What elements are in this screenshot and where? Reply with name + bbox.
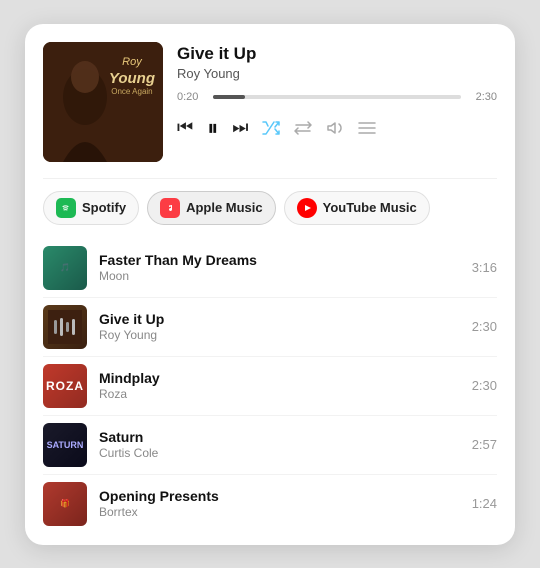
track-row-duration-5: 1:24 xyxy=(465,496,497,511)
progress-current: 0:20 xyxy=(177,91,205,103)
track-row[interactable]: ROZA Mindplay Roza 2:30 xyxy=(43,356,497,415)
track-row-duration-4: 2:57 xyxy=(465,437,497,452)
youtube-music-label: YouTube Music xyxy=(323,200,417,215)
spotify-icon xyxy=(56,198,76,218)
rewind-button[interactable]: ⏮ xyxy=(177,117,193,138)
track-row-artist-4: Curtis Cole xyxy=(99,446,453,460)
progress-total: 2:30 xyxy=(469,91,497,103)
track-row-artist-5: Borrtex xyxy=(99,505,453,519)
track-row-duration-1: 3:16 xyxy=(465,260,497,275)
album-line1: Roy xyxy=(122,56,142,68)
forward-button[interactable]: ⏭ xyxy=(232,117,248,138)
track-thumb-3: ROZA xyxy=(43,364,87,408)
track-row-info-5: Opening Presents Borrtex xyxy=(99,488,453,519)
track-thumb-2 xyxy=(43,305,87,349)
spotify-label: Spotify xyxy=(82,200,126,215)
progress-bar[interactable] xyxy=(213,95,461,99)
controls-row: ⏮ ⏸ ⏭ xyxy=(177,115,497,141)
queue-icon xyxy=(358,121,376,135)
shuffle-icon xyxy=(262,121,280,135)
volume-button[interactable] xyxy=(326,121,344,135)
main-card: Roy Young Once Again Give it Up Roy Youn… xyxy=(25,24,515,545)
track-thumb-4: SATURN xyxy=(43,423,87,467)
now-playing-section: Roy Young Once Again Give it Up Roy Youn… xyxy=(43,42,497,162)
repeat-icon xyxy=(294,121,312,135)
youtube-music-icon xyxy=(297,198,317,218)
tab-youtube-music[interactable]: YouTube Music xyxy=(284,191,430,225)
album-line2: Young xyxy=(109,70,155,87)
track-thumb-5: 🎁 xyxy=(43,482,87,526)
service-tabs: Spotify Apple Music YouTube Music xyxy=(43,191,497,225)
album-art: Roy Young Once Again xyxy=(43,42,163,162)
track-row[interactable]: SATURN Saturn Curtis Cole 2:57 xyxy=(43,415,497,474)
track-list: 🎵 Faster Than My Dreams Moon 3:16 xyxy=(43,239,497,533)
tab-spotify[interactable]: Spotify xyxy=(43,191,139,225)
track-row-title-4: Saturn xyxy=(99,429,453,445)
repeat-button[interactable] xyxy=(294,121,312,135)
apple-music-icon xyxy=(160,198,180,218)
track-row-duration-2: 2:30 xyxy=(465,319,497,334)
track-row-info-4: Saturn Curtis Cole xyxy=(99,429,453,460)
track-row[interactable]: 🎁 Opening Presents Borrtex 1:24 xyxy=(43,474,497,533)
apple-music-label: Apple Music xyxy=(186,200,263,215)
track-row-artist-2: Roy Young xyxy=(99,328,453,342)
tab-apple-music[interactable]: Apple Music xyxy=(147,191,276,225)
album-line3: Once Again xyxy=(109,87,155,96)
track-row-title-1: Faster Than My Dreams xyxy=(99,252,453,268)
track-row-info-3: Mindplay Roza xyxy=(99,370,453,401)
track-row[interactable]: 🎵 Faster Than My Dreams Moon 3:16 xyxy=(43,239,497,297)
track-row-artist-1: Moon xyxy=(99,269,453,283)
progress-row: 0:20 2:30 xyxy=(177,91,497,103)
track-row-title-3: Mindplay xyxy=(99,370,453,386)
track-thumb-1: 🎵 xyxy=(43,246,87,290)
track-row-artist-3: Roza xyxy=(99,387,453,401)
track-row-title-5: Opening Presents xyxy=(99,488,453,504)
shuffle-button[interactable] xyxy=(262,121,280,135)
divider xyxy=(43,178,497,179)
progress-fill xyxy=(213,95,245,99)
volume-icon xyxy=(326,121,344,135)
track-artist: Roy Young xyxy=(177,66,497,81)
track-row-info-2: Give it Up Roy Young xyxy=(99,311,453,342)
queue-button[interactable] xyxy=(358,121,376,135)
track-row-info-1: Faster Than My Dreams Moon xyxy=(99,252,453,283)
track-info: Give it Up Roy Young 0:20 2:30 ⏮ ⏸ ⏭ xyxy=(177,42,497,141)
track-row[interactable]: Give it Up Roy Young 2:30 xyxy=(43,297,497,356)
track-row-duration-3: 2:30 xyxy=(465,378,497,393)
pause-button[interactable]: ⏸ xyxy=(207,115,218,141)
track-title: Give it Up xyxy=(177,44,497,64)
track-row-title-2: Give it Up xyxy=(99,311,453,327)
